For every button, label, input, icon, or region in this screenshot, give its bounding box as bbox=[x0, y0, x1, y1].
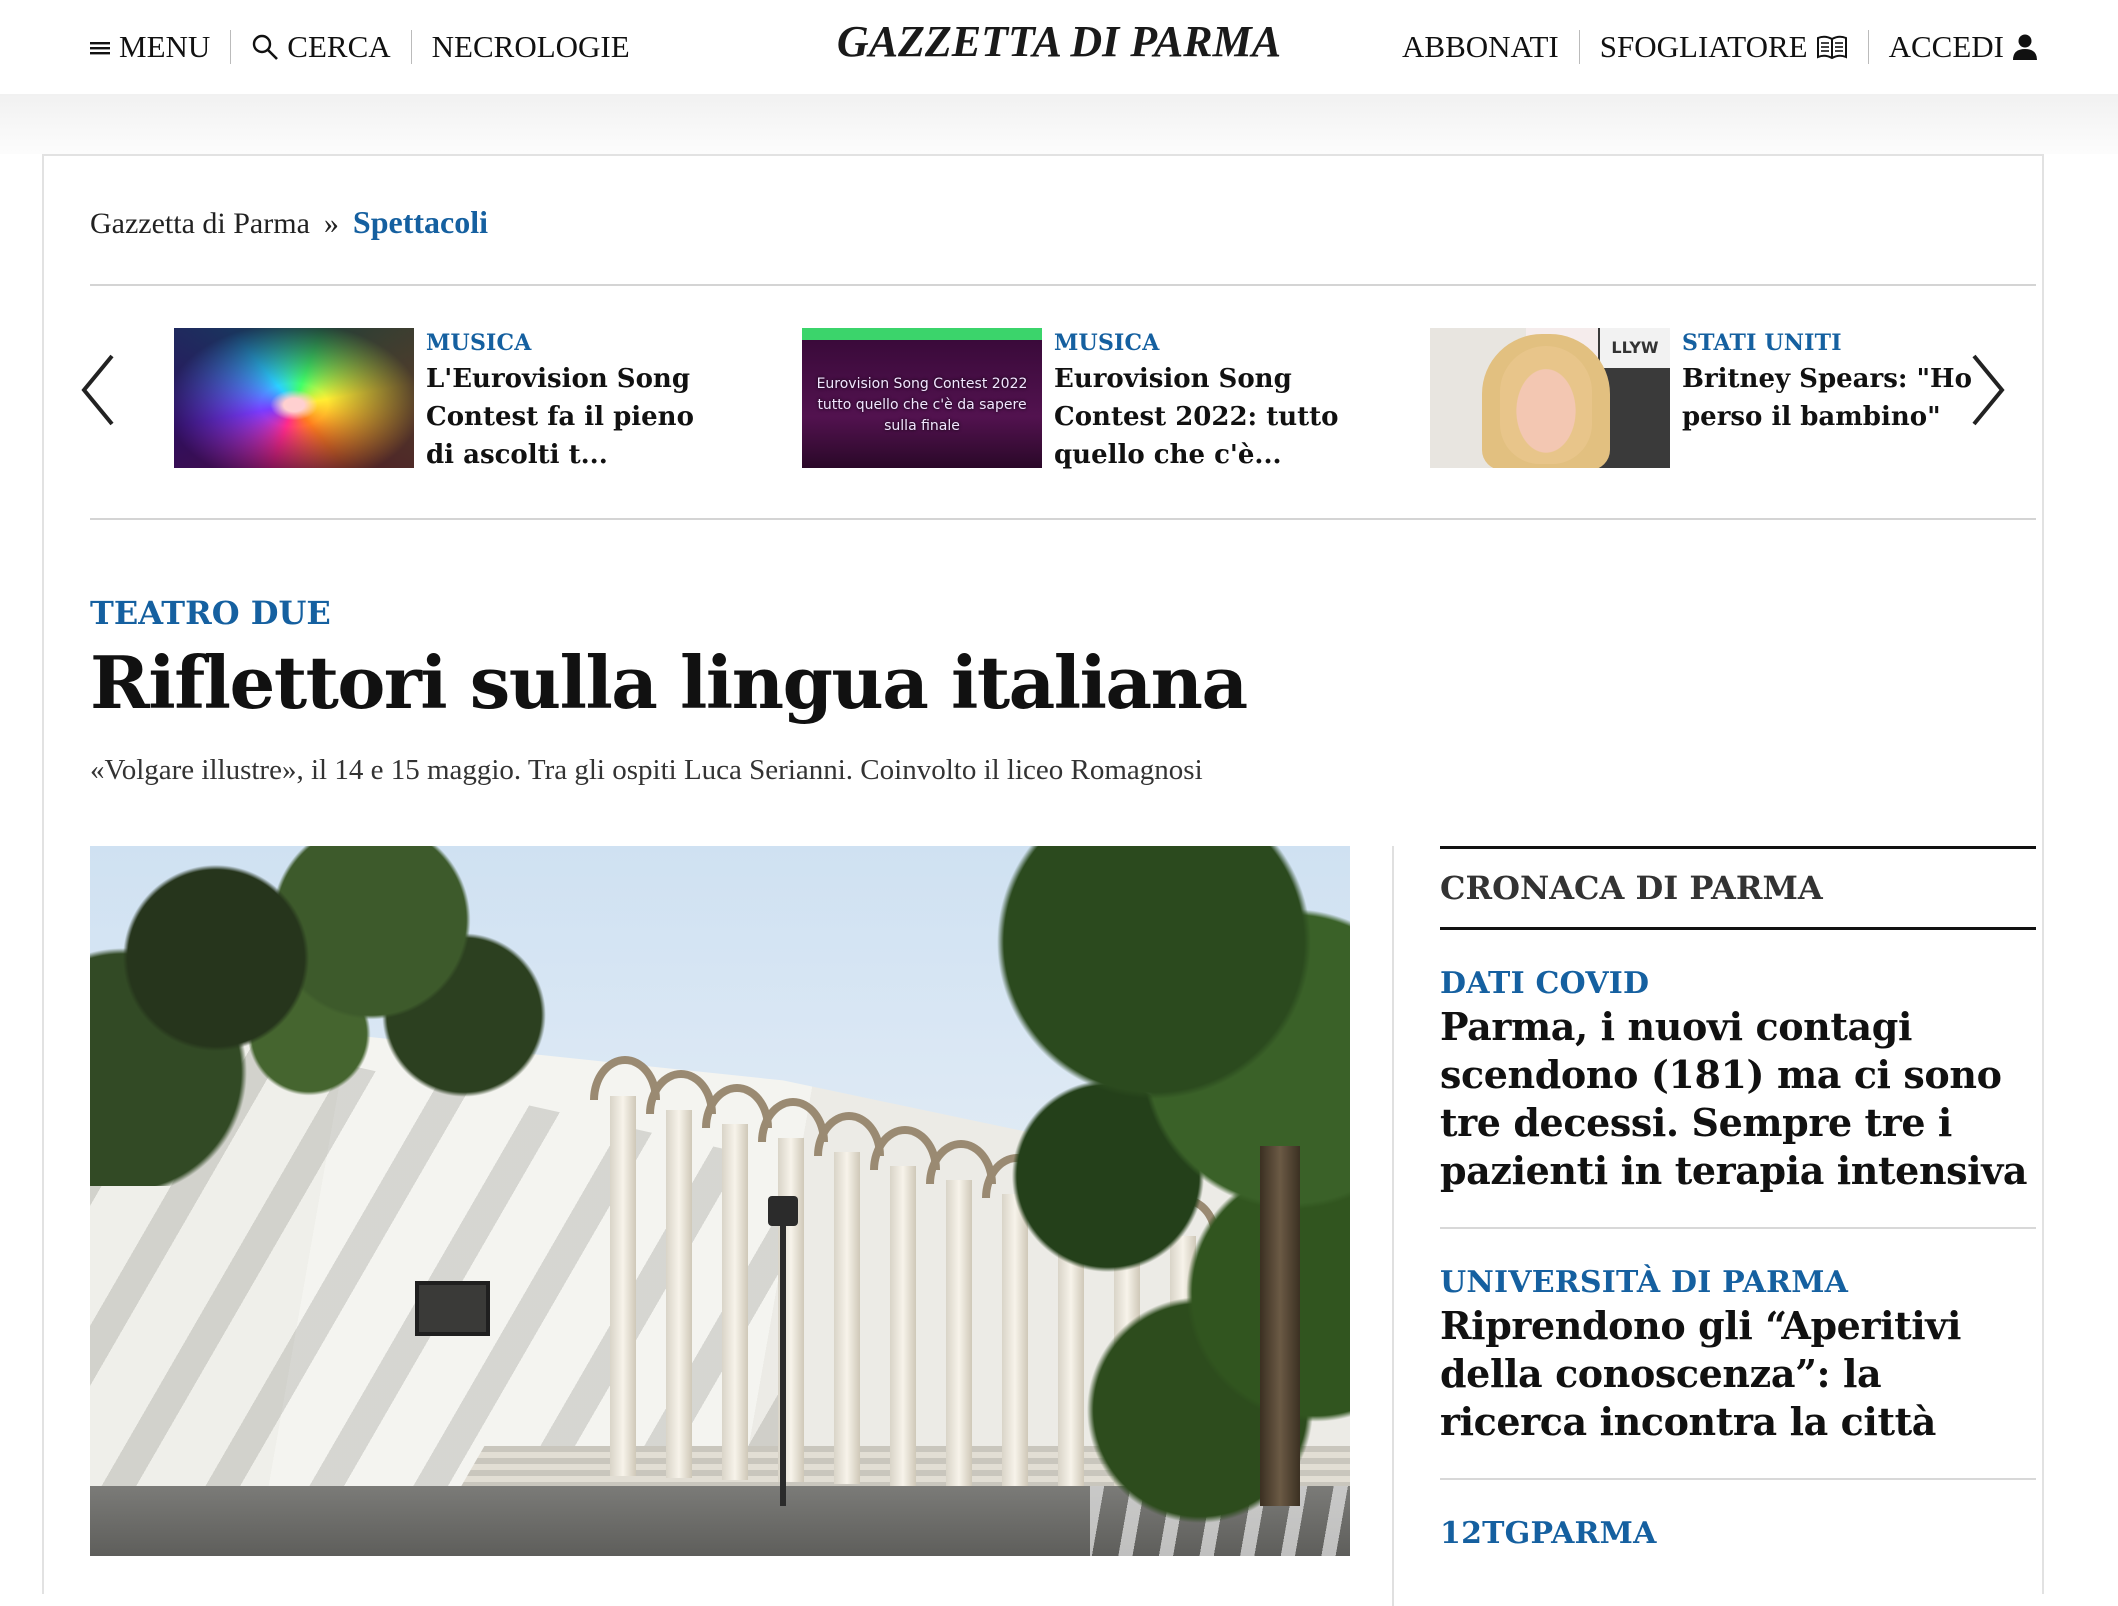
top-bar: MENU CERCA NECROLOGIE GAZZETTA DI PARMA … bbox=[0, 0, 2118, 94]
carousel-kicker: MUSICA bbox=[426, 330, 532, 356]
sidebar-news-item[interactable]: UNIVERSITÀ DI PARMA Riprendono gli “Aper… bbox=[1440, 1229, 2036, 1480]
carousel-item[interactable]: LLYW STATI UNITI Britney Spears: "Ho per… bbox=[1430, 328, 1990, 478]
brand-logo[interactable]: GAZZETTA DI PARMA bbox=[837, 17, 1281, 66]
divider bbox=[90, 518, 2036, 520]
carousel-prev-chevron-icon[interactable] bbox=[78, 350, 118, 430]
carousel-title: Britney Spears: "Ho perso il bambino" bbox=[1682, 364, 1972, 432]
image-column bbox=[666, 1110, 692, 1478]
search-button[interactable]: CERCA bbox=[231, 29, 410, 65]
accedi-label: ACCEDI bbox=[1888, 29, 2004, 64]
image-lamp bbox=[780, 1216, 786, 1506]
carousel-title: Eurovision Song Contest 2022: tutto quel… bbox=[1054, 364, 1339, 470]
abbonati-link[interactable]: ABBONATI bbox=[1402, 29, 1579, 65]
menu-label: MENU bbox=[119, 29, 211, 64]
necrologie-label: NECROLOGIE bbox=[431, 29, 630, 64]
article-title: Riflettori sulla lingua italiana bbox=[90, 640, 1248, 725]
sidebar-cronaca: CRONACA DI PARMA DATI COVID Parma, i nuo… bbox=[1440, 846, 2036, 1548]
search-label: CERCA bbox=[287, 29, 391, 64]
sfogliatore-label: SFOGLIATORE bbox=[1599, 29, 1808, 64]
abbonati-label: ABBONATI bbox=[1402, 29, 1559, 64]
right-nav: ABBONATI SFOGLIATORE ACCEDI bbox=[1402, 24, 2038, 70]
breadcrumb-current[interactable]: Spettacoli bbox=[353, 204, 488, 241]
carousel-kicker: MUSICA bbox=[1054, 330, 1160, 356]
sidebar-heading[interactable]: CRONACA DI PARMA bbox=[1440, 849, 2036, 927]
breadcrumb-home[interactable]: Gazzetta di Parma bbox=[90, 207, 310, 241]
menu-button[interactable]: MENU bbox=[89, 29, 230, 65]
content-card: Gazzetta di Parma » Spettacoli MUSICA L'… bbox=[42, 154, 2044, 1606]
news-kicker: DATI COVID bbox=[1440, 966, 1650, 1001]
article-subtitle: «Volgare illustre», il 14 e 15 maggio. T… bbox=[90, 754, 1203, 786]
news-title: Riprendono gli “Aperitivi della conoscen… bbox=[1440, 1303, 1962, 1444]
open-book-icon bbox=[1816, 35, 1847, 60]
thumbnail-caption-line: tutto quello che c'è da sapere bbox=[817, 397, 1027, 413]
thumbnail-sign: LLYW bbox=[1600, 328, 1670, 368]
divider bbox=[90, 284, 2036, 286]
image-column bbox=[722, 1124, 748, 1480]
image-column bbox=[946, 1180, 972, 1488]
carousel-thumbnail: Eurovision Song Contest 2022 tutto quell… bbox=[802, 328, 1042, 468]
news-kicker: UNIVERSITÀ DI PARMA bbox=[1440, 1265, 1849, 1300]
sfogliatore-link[interactable]: SFOGLIATORE bbox=[1580, 29, 1868, 65]
news-kicker: 12TGPARMA bbox=[1440, 1516, 1657, 1548]
image-tree bbox=[90, 846, 650, 1186]
thumbnail-caption: Eurovision Song Contest 2022 tutto quell… bbox=[802, 374, 1042, 437]
column-divider bbox=[1392, 846, 1394, 1606]
carousel-item[interactable]: MUSICA L'Eurovision Song Contest fa il p… bbox=[174, 328, 734, 478]
thumbnail-caption-line: sulla finale bbox=[884, 418, 960, 434]
image-column bbox=[890, 1166, 916, 1486]
carousel-thumbnail: LLYW bbox=[1430, 328, 1670, 468]
left-nav: MENU CERCA NECROLOGIE bbox=[89, 24, 630, 70]
image-window bbox=[415, 1281, 490, 1336]
necrologie-link[interactable]: NECROLOGIE bbox=[412, 29, 630, 65]
hamburger-icon bbox=[90, 42, 110, 55]
header-shadow bbox=[0, 94, 2118, 154]
thumbnail-figure bbox=[1500, 346, 1592, 464]
carousel-text: MUSICA L'Eurovision Song Contest fa il p… bbox=[426, 328, 716, 478]
carousel-text: STATI UNITI Britney Spears: "Ho perso il… bbox=[1682, 328, 1972, 478]
accedi-button[interactable]: ACCEDI bbox=[1869, 29, 2038, 65]
thumbnail-caption-line: Eurovision Song Contest 2022 bbox=[816, 376, 1028, 392]
carousel-thumbnail bbox=[174, 328, 414, 468]
news-title: Parma, i nuovi contagi scendono (181) ma… bbox=[1440, 1004, 2028, 1193]
user-icon bbox=[2013, 34, 2037, 60]
article-hero-image bbox=[90, 846, 1350, 1556]
image-trunk bbox=[1260, 1146, 1300, 1506]
carousel-next-chevron-icon[interactable] bbox=[1968, 350, 2008, 430]
search-icon bbox=[253, 34, 279, 60]
image-column bbox=[834, 1152, 860, 1484]
carousel-title: L'Eurovision Song Contest fa il pieno di… bbox=[426, 364, 694, 470]
carousel-kicker: STATI UNITI bbox=[1682, 330, 1842, 356]
sidebar-news-item[interactable]: 12TGPARMA bbox=[1440, 1480, 2036, 1548]
carousel-item[interactable]: Eurovision Song Contest 2022 tutto quell… bbox=[802, 328, 1362, 478]
article-kicker[interactable]: TEATRO DUE bbox=[90, 594, 331, 632]
carousel-text: MUSICA Eurovision Song Contest 2022: tut… bbox=[1054, 328, 1344, 478]
breadcrumb: Gazzetta di Parma » Spettacoli bbox=[90, 204, 488, 241]
breadcrumb-separator: » bbox=[323, 207, 339, 240]
sidebar-news-item[interactable]: DATI COVID Parma, i nuovi contagi scendo… bbox=[1440, 930, 2036, 1229]
